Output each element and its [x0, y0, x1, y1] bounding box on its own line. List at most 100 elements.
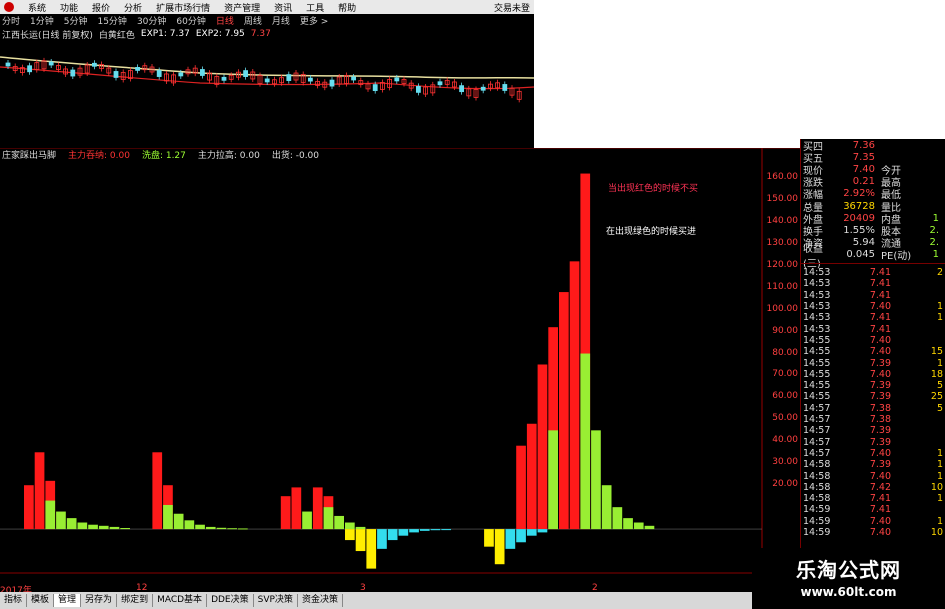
tick-time: 14:53 [803, 301, 831, 313]
bar-cyan [398, 529, 409, 536]
candlestick-panel[interactable] [0, 41, 534, 141]
bar-red [24, 485, 34, 530]
menu-item-0[interactable]: 系统 [28, 1, 46, 14]
menu-item-5[interactable]: 资产管理 [224, 1, 260, 14]
tab-7[interactable]: SVP决策 [254, 594, 298, 607]
tick-price: 7.40 [869, 334, 891, 346]
candle [264, 78, 270, 83]
period-6[interactable]: 日线 [216, 14, 234, 27]
tab-4[interactable]: 绑定到 [117, 594, 154, 607]
tick-volume: 1 [936, 459, 943, 471]
tick-time: 14:55 [803, 334, 831, 346]
period-toolbar: 分时 1分钟 5分钟 15分钟 30分钟 60分钟 日线 周线 月线 更多 > [0, 14, 534, 27]
tick-price: 7.41 [869, 493, 891, 505]
candle [135, 67, 141, 71]
tick-time: 14:57 [803, 436, 831, 448]
tab-5[interactable]: MACD基本 [153, 594, 208, 607]
quote-value: 1.55% [843, 224, 875, 236]
tick-volume: 1 [936, 357, 943, 369]
quote-label2: PE(动) [881, 251, 912, 263]
period-5[interactable]: 60分钟 [176, 14, 205, 27]
bar-green [216, 527, 227, 530]
tick-time: 14:55 [803, 346, 831, 358]
tick-row: 14:53 7.40 1 [801, 301, 945, 312]
tab-2[interactable]: 管理 [54, 594, 82, 607]
tick-volume: 1 [936, 470, 943, 482]
bar-green [355, 526, 366, 530]
bar-red [280, 496, 291, 530]
menu-item-7[interactable]: 工具 [306, 1, 324, 14]
menu-item-2[interactable]: 报价 [92, 1, 110, 14]
tick-price: 7.40 [869, 368, 891, 380]
tick-price: 7.40 [869, 301, 891, 313]
tick-row: 14:58 7.40 1 [801, 470, 945, 482]
y-axis: 20.00 30.00 40.00 50.00 60.00 70.00 80.00 90.00… [762, 148, 800, 573]
tick-time: 14:53 [803, 323, 831, 335]
tick-row: 14:53 7.41 [801, 290, 945, 301]
indicator-tabs: 指标 模板 管理 另存为 绑定到 MACD基本 DDE决策 SVP决策 资金决策 [0, 592, 800, 609]
tick-volume: 25 [930, 391, 943, 403]
bar-green [238, 528, 248, 530]
period-4[interactable]: 30分钟 [137, 14, 166, 27]
tab-6[interactable]: DDE决策 [207, 594, 254, 607]
tick-time: 14:55 [803, 380, 831, 392]
period-9[interactable]: 更多 > [300, 14, 328, 27]
bar-cyan [526, 529, 537, 536]
quote-label: 收益(三) [803, 243, 823, 270]
period-7[interactable]: 周线 [244, 14, 262, 27]
quote-value: 0.045 [846, 249, 875, 261]
period-8[interactable]: 月线 [272, 14, 290, 27]
period-0[interactable]: 分时 [2, 14, 20, 27]
tick-price: 7.40 [869, 346, 891, 358]
tick-price: 7.42 [869, 481, 891, 493]
y-tick-label: 140.00 [766, 215, 799, 226]
y-tick-label: 110.00 [766, 281, 799, 292]
login-status[interactable]: 交易未登 [494, 1, 534, 14]
quote-value: 7.40 [852, 163, 875, 175]
quote-value2: 1 [932, 249, 939, 261]
menu-item-4[interactable]: 扩展市场行情 [156, 1, 210, 14]
quote-value2: 2. [929, 237, 939, 249]
value3: 7.37 [250, 29, 271, 39]
bar-cyan [537, 529, 548, 533]
tick-time: 14:59 [803, 527, 831, 539]
tick-price: 7.39 [869, 425, 891, 437]
menu-item-6[interactable]: 资讯 [274, 1, 292, 14]
y-tick-label: 90.00 [772, 325, 798, 336]
tick-price: 7.41 [869, 504, 891, 516]
menu-item-1[interactable]: 功能 [60, 1, 78, 14]
bar-red [291, 487, 302, 530]
candle [351, 76, 357, 81]
candle [286, 74, 292, 81]
candle [48, 61, 54, 66]
candle [329, 79, 335, 87]
tick-row: 14:57 7.38 [801, 414, 945, 425]
tick-time: 14:55 [803, 391, 831, 403]
bar-green [633, 522, 644, 530]
y-tick-label: 70.00 [772, 369, 798, 380]
tab-3[interactable]: 另存为 [81, 594, 118, 607]
tab-1[interactable]: 模板 [27, 594, 55, 607]
period-3[interactable]: 15分钟 [97, 14, 126, 27]
tick-price: 7.39 [869, 380, 891, 392]
quote-value: 20409 [843, 212, 875, 224]
menu-item-8[interactable]: 帮助 [338, 1, 356, 14]
tick-price: 7.40 [869, 515, 891, 527]
tick-row: 14:55 7.40 15 [801, 346, 945, 357]
indicator-chart[interactable] [0, 148, 800, 588]
quote-value2: 2. [929, 224, 939, 236]
period-2[interactable]: 5分钟 [64, 14, 88, 27]
tick-volume: 1 [936, 312, 943, 324]
menu-item-3[interactable]: 分析 [124, 1, 142, 14]
tick-time: 14:57 [803, 414, 831, 426]
tab-8[interactable]: 资金决策 [298, 594, 343, 607]
y-tick-label: 100.00 [766, 303, 799, 314]
quote-row: 收益(三) 0.045 PE(动) 1 [801, 244, 945, 270]
bar-cyan [387, 529, 398, 541]
bar-green [302, 511, 312, 530]
bar-cyan [505, 529, 516, 549]
blank-area [534, 0, 945, 148]
tab-0[interactable]: 指标 [0, 594, 28, 607]
bar-green [580, 353, 591, 530]
period-1[interactable]: 1分钟 [30, 14, 54, 27]
